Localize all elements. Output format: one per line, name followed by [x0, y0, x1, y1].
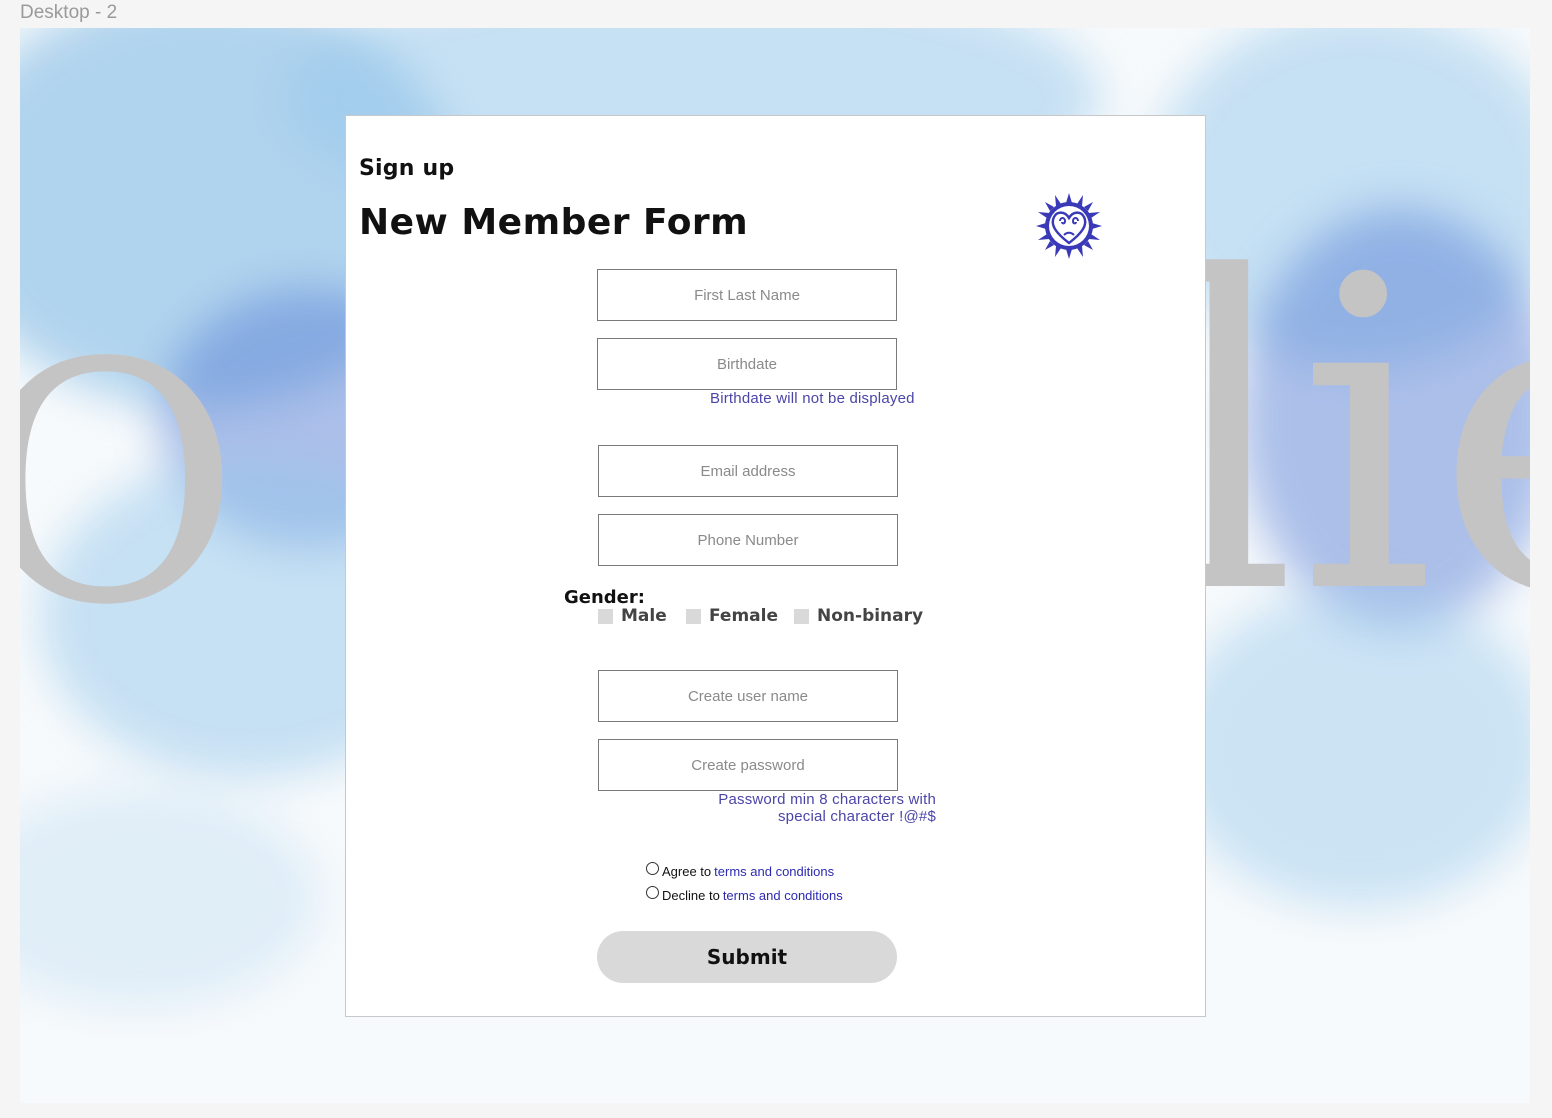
male-checkbox[interactable]: [598, 608, 613, 624]
username-field[interactable]: [598, 670, 898, 722]
password-hint-line: Password min 8 characters with: [718, 791, 936, 808]
phone-field[interactable]: [598, 514, 898, 566]
gender-option-label: Male: [621, 606, 667, 626]
gender-option-label: Non-binary: [817, 606, 924, 626]
signup-eyebrow: Sign up: [359, 156, 455, 181]
birthdate-field[interactable]: [597, 338, 897, 390]
gender-option-label: Female: [709, 606, 778, 626]
gender-label: Gender:: [564, 587, 645, 608]
decline-label: Decline to: [662, 887, 720, 903]
name-field[interactable]: [597, 269, 897, 321]
gender-option-male[interactable]: Male: [598, 606, 667, 626]
page-title: New Member Form: [359, 202, 749, 243]
gender-option-female[interactable]: Female: [686, 606, 778, 626]
nonbinary-checkbox[interactable]: [794, 608, 809, 624]
birthdate-hint: Birthdate will not be displayed: [710, 390, 915, 407]
decline-radio[interactable]: [646, 886, 659, 899]
password-field[interactable]: [598, 739, 898, 791]
decline-terms-option[interactable]: Decline to terms and conditions: [646, 886, 843, 904]
agree-terms-option[interactable]: Agree to terms and conditions: [646, 862, 834, 880]
terms-link[interactable]: terms and conditions: [723, 888, 843, 903]
submit-button[interactable]: Submit: [597, 931, 897, 983]
watercolor-wash: [1170, 588, 1530, 908]
frame-label: Desktop - 2: [20, 2, 118, 23]
agree-label: Agree to: [662, 863, 712, 879]
password-hint: Password min 8 characters with special c…: [686, 791, 936, 825]
email-field[interactable]: [598, 445, 898, 497]
gender-option-nonbinary[interactable]: Non-binary: [794, 606, 923, 626]
terms-link[interactable]: terms and conditions: [714, 864, 834, 879]
signup-card: Sign up New Member Form First Last Name …: [345, 115, 1206, 1017]
sankofa-heart-logo-icon: [1036, 193, 1102, 259]
female-checkbox[interactable]: [686, 608, 701, 624]
canvas: O lie Sign up New Member Form: [20, 28, 1530, 1103]
agree-radio[interactable]: [646, 862, 659, 875]
watercolor-wash: [20, 788, 320, 1008]
password-hint-line: special character !@#$: [777, 808, 936, 825]
